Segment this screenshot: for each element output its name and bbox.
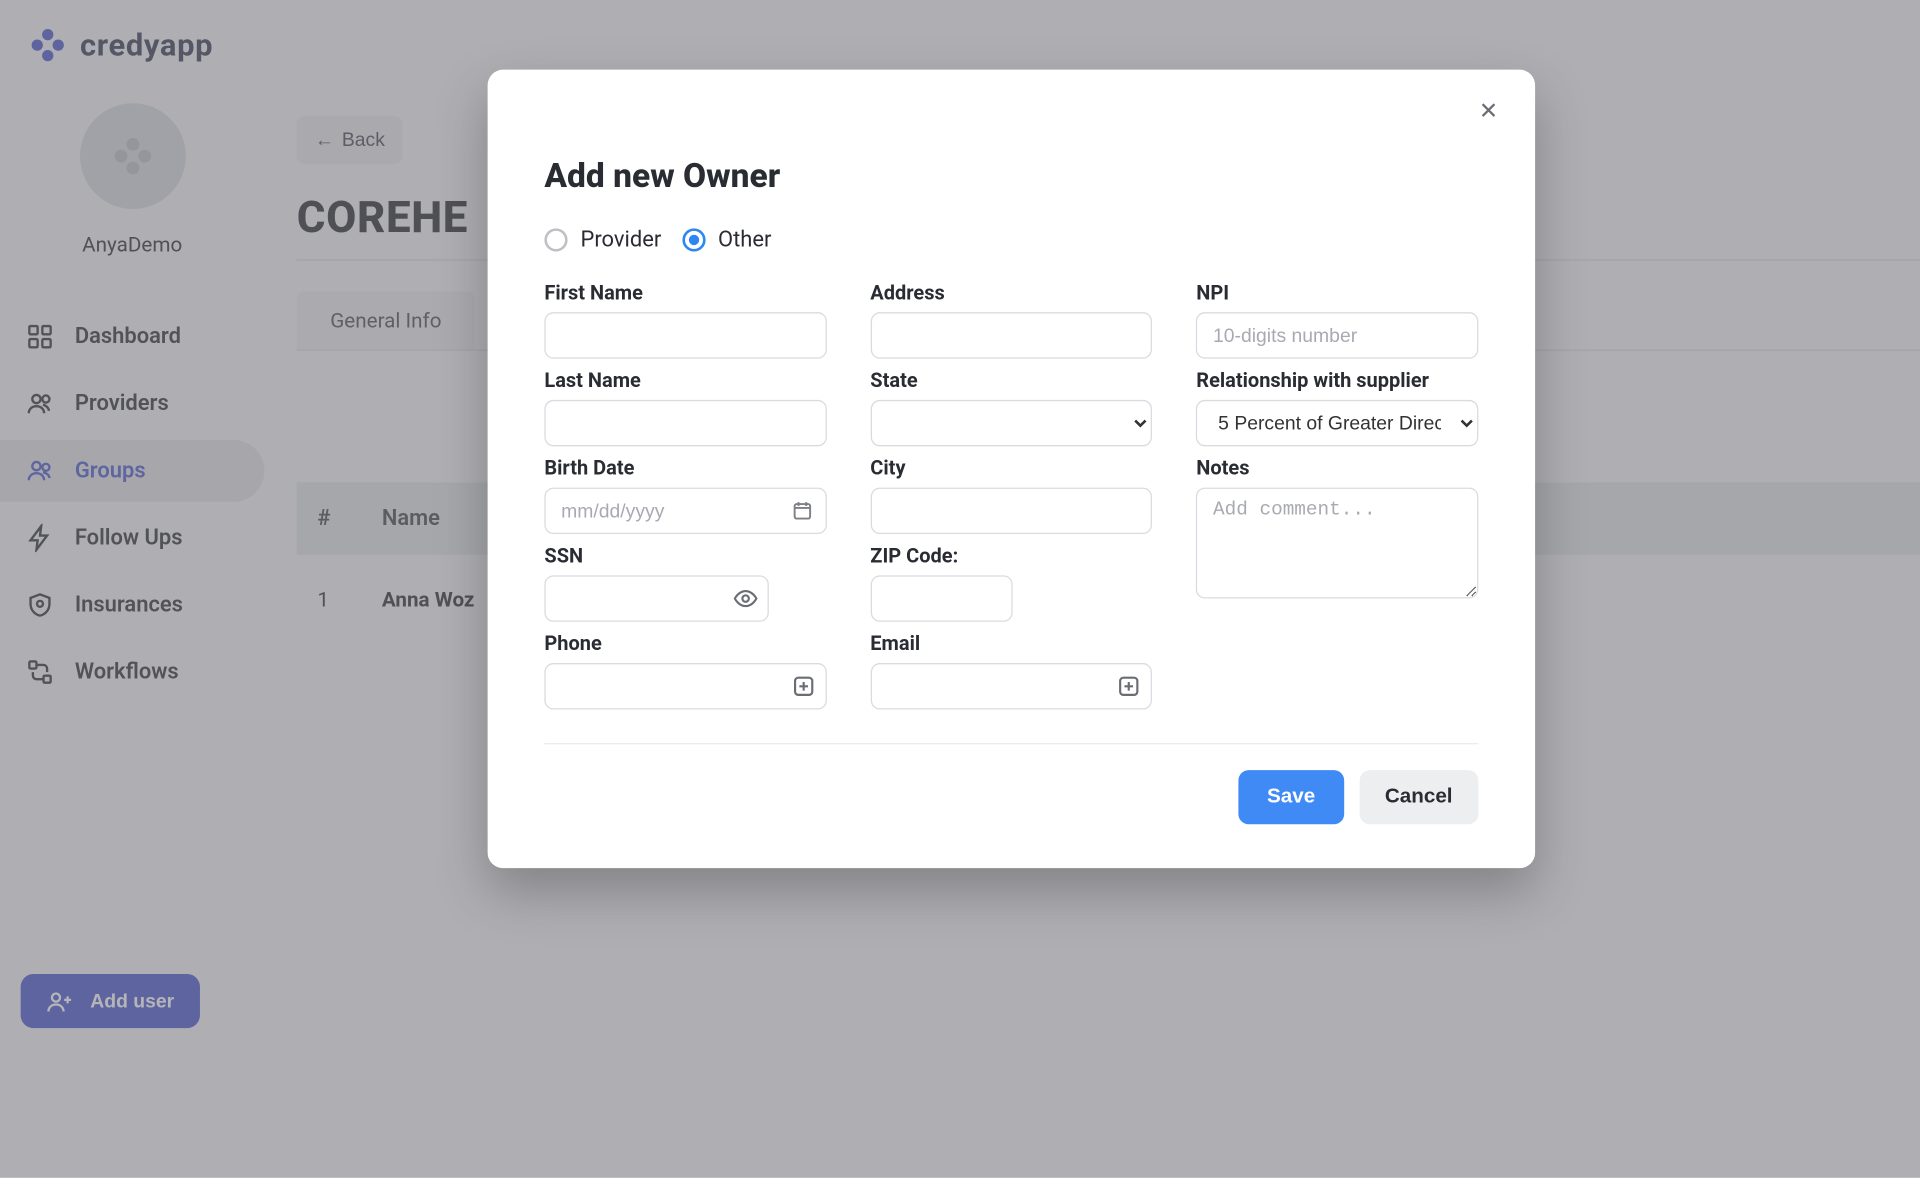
label-ssn: SSN (544, 544, 826, 567)
zip-input[interactable] (870, 575, 1012, 621)
form-grid: First Name Last Name Birth Date SSN (544, 271, 1478, 710)
last-name-input[interactable] (544, 400, 826, 446)
eye-icon (733, 586, 759, 612)
label-email: Email (870, 632, 1152, 655)
radio-provider[interactable] (544, 228, 567, 251)
label-zip: ZIP Code: (870, 544, 1152, 567)
phone-add-button[interactable] (785, 668, 821, 704)
field-zip: ZIP Code: (870, 544, 1152, 621)
cancel-label: Cancel (1385, 786, 1453, 808)
notes-textarea[interactable] (1196, 488, 1478, 599)
field-notes: Notes (1196, 457, 1478, 604)
field-city: City (870, 457, 1152, 534)
plus-square-icon (790, 673, 816, 699)
field-phone: Phone (544, 632, 826, 709)
field-npi: NPI (1196, 281, 1478, 358)
close-icon: ✕ (1479, 97, 1498, 124)
label-npi: NPI (1196, 281, 1478, 304)
field-state: State (870, 369, 1152, 446)
field-relationship: Relationship with supplier 5 Percent of … (1196, 369, 1478, 446)
label-relationship: Relationship with supplier (1196, 369, 1478, 392)
birth-date-input[interactable] (544, 488, 826, 534)
label-address: Address (870, 281, 1152, 304)
ssn-reveal-button[interactable] (728, 581, 764, 617)
label-notes: Notes (1196, 457, 1478, 480)
field-email: Email (870, 632, 1152, 709)
add-owner-modal: ✕ Add new Owner Provider Other First Nam… (488, 70, 1535, 869)
modal-title: Add new Owner (544, 157, 1478, 196)
field-address: Address (870, 281, 1152, 358)
npi-input[interactable] (1196, 312, 1478, 358)
label-phone: Phone (544, 632, 826, 655)
radio-provider-label: Provider (581, 227, 662, 253)
label-first-name: First Name (544, 281, 826, 304)
label-city: City (870, 457, 1152, 480)
first-name-input[interactable] (544, 312, 826, 358)
field-birth-date: Birth Date (544, 457, 826, 534)
close-button[interactable]: ✕ (1473, 95, 1504, 126)
label-birth-date: Birth Date (544, 457, 826, 480)
label-state: State (870, 369, 1152, 392)
email-add-button[interactable] (1111, 668, 1147, 704)
owner-type-radio-group: Provider Other (544, 227, 1478, 253)
city-input[interactable] (870, 488, 1152, 534)
phone-input[interactable] (544, 663, 826, 709)
state-select[interactable] (870, 400, 1152, 446)
save-label: Save (1267, 786, 1315, 808)
field-ssn: SSN (544, 544, 826, 621)
field-last-name: Last Name (544, 369, 826, 446)
modal-actions: Save Cancel (544, 743, 1478, 824)
cancel-button[interactable]: Cancel (1359, 770, 1478, 824)
relationship-select[interactable]: 5 Percent of Greater Direc (1196, 400, 1478, 446)
address-input[interactable] (870, 312, 1152, 358)
label-last-name: Last Name (544, 369, 826, 392)
field-first-name: First Name (544, 281, 826, 358)
email-input[interactable] (870, 663, 1152, 709)
save-button[interactable]: Save (1239, 770, 1344, 824)
radio-other-label: Other (718, 227, 771, 253)
radio-other[interactable] (682, 228, 705, 251)
plus-square-icon (1116, 673, 1142, 699)
